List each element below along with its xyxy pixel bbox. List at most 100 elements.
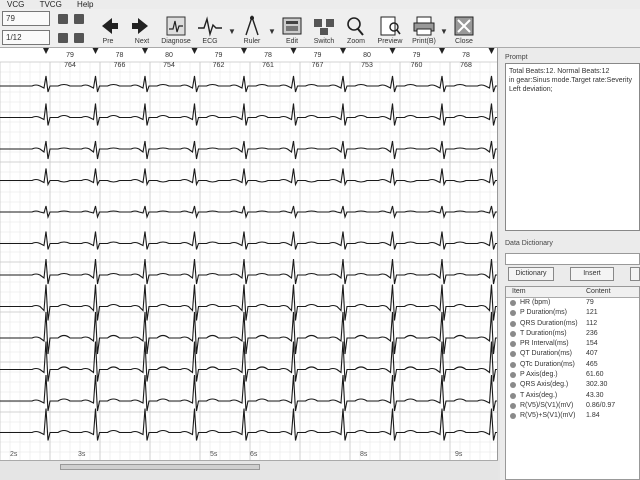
beat-hr-label: 79 bbox=[215, 52, 223, 59]
beat-hr-label: 78 bbox=[462, 52, 470, 59]
dictionary-button[interactable]: Dictionary bbox=[508, 267, 554, 281]
compass-icon bbox=[245, 15, 259, 36]
status-dot-icon bbox=[510, 351, 516, 358]
close-button[interactable]: Close bbox=[444, 15, 484, 49]
menu-help[interactable]: Help bbox=[70, 0, 99, 9]
insert-button[interactable]: Insert bbox=[570, 267, 614, 281]
printer-icon bbox=[413, 16, 435, 36]
menu-tvcg[interactable]: TVCG bbox=[33, 0, 68, 9]
data-dictionary-legend: Data Dictionary bbox=[504, 240, 554, 247]
beat-rr-label: 766 bbox=[114, 62, 126, 69]
beat-marker bbox=[340, 48, 346, 54]
row-item: QRS Axis(deg.) bbox=[520, 381, 569, 389]
ecg-trace bbox=[0, 205, 497, 219]
table-row[interactable]: QTc Duration(ms) 465 bbox=[506, 360, 639, 370]
beat-hr-label: 80 bbox=[363, 52, 371, 59]
time-mark-label: 2s bbox=[10, 451, 18, 458]
page-field[interactable]: 1/12 bbox=[2, 30, 50, 45]
extra-button[interactable] bbox=[630, 267, 640, 281]
ruler-label: Ruler bbox=[243, 38, 261, 45]
row-content: 61.60 bbox=[586, 371, 604, 379]
row-content: 154 bbox=[586, 340, 598, 348]
data-dictionary-field[interactable] bbox=[505, 253, 640, 265]
table-row[interactable]: P Axis(deg.) 61.60 bbox=[506, 370, 639, 380]
beat-marker bbox=[389, 48, 396, 54]
table-row[interactable]: QRS Axis(deg.) 302.30 bbox=[506, 380, 639, 390]
first-page-icon[interactable] bbox=[58, 14, 68, 24]
status-dot-icon bbox=[510, 382, 516, 389]
scrollbar-thumb[interactable] bbox=[60, 464, 260, 470]
ecg-trace bbox=[0, 374, 497, 412]
ecg-chart-area[interactable]: 79 764 78 766 80 754 79 762 78 761 79 767 80 753 79 760… bbox=[0, 48, 498, 460]
beat-marker bbox=[92, 48, 99, 54]
toolbar: 79 1/12 Pre Next Diagnose ECG ▼ Ruler ▼ bbox=[0, 9, 640, 48]
row-item: R(V5)/S(V1)(mV) bbox=[520, 401, 574, 409]
prompt-text: Total Beats:12. Normal Beats:12 in gear:… bbox=[505, 63, 640, 231]
table-row[interactable]: HR (bpm) 79 bbox=[506, 298, 639, 308]
row-content: 407 bbox=[586, 350, 598, 358]
prev-page-icon[interactable] bbox=[74, 14, 84, 24]
heart-rate-field[interactable]: 79 bbox=[2, 11, 50, 26]
beat-rr-label: 767 bbox=[312, 62, 324, 69]
beat-marker bbox=[43, 48, 49, 54]
print-button[interactable]: Print(B) bbox=[404, 15, 444, 49]
beat-marker bbox=[241, 48, 247, 54]
ecg-wave-icon bbox=[198, 16, 222, 37]
beat-hr-label: 80 bbox=[165, 52, 173, 59]
beat-hr-label: 79 bbox=[413, 52, 421, 59]
ecg-trace bbox=[0, 231, 497, 250]
ecg-label: ECG bbox=[202, 38, 218, 45]
status-dot-icon bbox=[510, 330, 516, 337]
row-content: 79 bbox=[586, 299, 594, 306]
status-dot-icon bbox=[510, 310, 516, 317]
ecg-trace bbox=[0, 75, 497, 93]
time-mark-label: 9s bbox=[455, 451, 463, 458]
menu-bar: VCG TVCG Help bbox=[0, 0, 640, 9]
table-row[interactable]: T Axis(deg.) 43.30 bbox=[506, 391, 639, 401]
beat-rr-label: 761 bbox=[262, 62, 274, 69]
ecg-trace bbox=[0, 140, 497, 160]
status-dot-icon bbox=[510, 320, 516, 327]
status-dot-icon bbox=[510, 361, 516, 368]
horizontal-scrollbar[interactable] bbox=[0, 460, 498, 480]
status-dot-icon bbox=[510, 372, 516, 379]
beat-rr-label: 760 bbox=[411, 62, 423, 69]
ruler-button[interactable]: Ruler bbox=[232, 15, 272, 49]
print-label: Print(B) bbox=[412, 38, 436, 45]
prompt-legend: Prompt bbox=[504, 54, 529, 61]
ecg-button[interactable]: ECG bbox=[190, 15, 230, 49]
table-row[interactable]: PR Interval(ms) 154 bbox=[506, 339, 639, 349]
beat-hr-label: 79 bbox=[314, 52, 322, 59]
row-content: 121 bbox=[586, 309, 598, 317]
beat-hr-label: 78 bbox=[116, 52, 124, 59]
row-content: 0.86/0.97 bbox=[586, 401, 616, 409]
menu-vcg[interactable]: VCG bbox=[0, 0, 30, 9]
ecg-trace bbox=[0, 341, 497, 382]
table-row[interactable]: QT Duration(ms) 407 bbox=[506, 349, 639, 359]
table-row[interactable]: R(V5)+S(V1)(mV) 1.84 bbox=[506, 411, 639, 421]
ecg-viewer-window: VCG TVCG Help 79 1/12 Pre Next Diagnose … bbox=[0, 0, 640, 480]
ecg-traces: 79 764 78 766 80 754 79 762 78 761 79 767 80 753 79 760… bbox=[0, 48, 497, 460]
last-page-icon[interactable] bbox=[74, 33, 84, 43]
beat-marker bbox=[290, 48, 297, 54]
beat-rr-label: 754 bbox=[163, 62, 175, 69]
table-row[interactable]: P Duration(ms) 121 bbox=[506, 308, 639, 318]
beat-rr-label: 753 bbox=[361, 62, 373, 69]
table-row[interactable]: QRS Duration(ms) 112 bbox=[506, 319, 639, 329]
table-row[interactable]: R(V5)/S(V1)(mV) 0.86/0.97 bbox=[506, 401, 639, 411]
beat-marker bbox=[439, 48, 445, 54]
row-item: T Duration(ms) bbox=[520, 329, 567, 337]
status-dot-icon bbox=[510, 392, 516, 399]
header-content: Content bbox=[586, 288, 611, 295]
row-item: QRS Duration(ms) bbox=[520, 319, 578, 327]
status-dot-icon bbox=[510, 341, 516, 348]
table-row[interactable]: T Duration(ms) 236 bbox=[506, 329, 639, 339]
row-item: HR (bpm) bbox=[520, 299, 551, 306]
time-mark-label: 6s bbox=[250, 451, 258, 458]
beat-marker bbox=[488, 48, 495, 54]
close-icon bbox=[454, 16, 474, 36]
next-page-icon[interactable] bbox=[58, 33, 68, 43]
ecg-trace bbox=[0, 284, 497, 321]
time-mark-label: 3s bbox=[78, 451, 86, 458]
row-content: 236 bbox=[586, 329, 598, 337]
